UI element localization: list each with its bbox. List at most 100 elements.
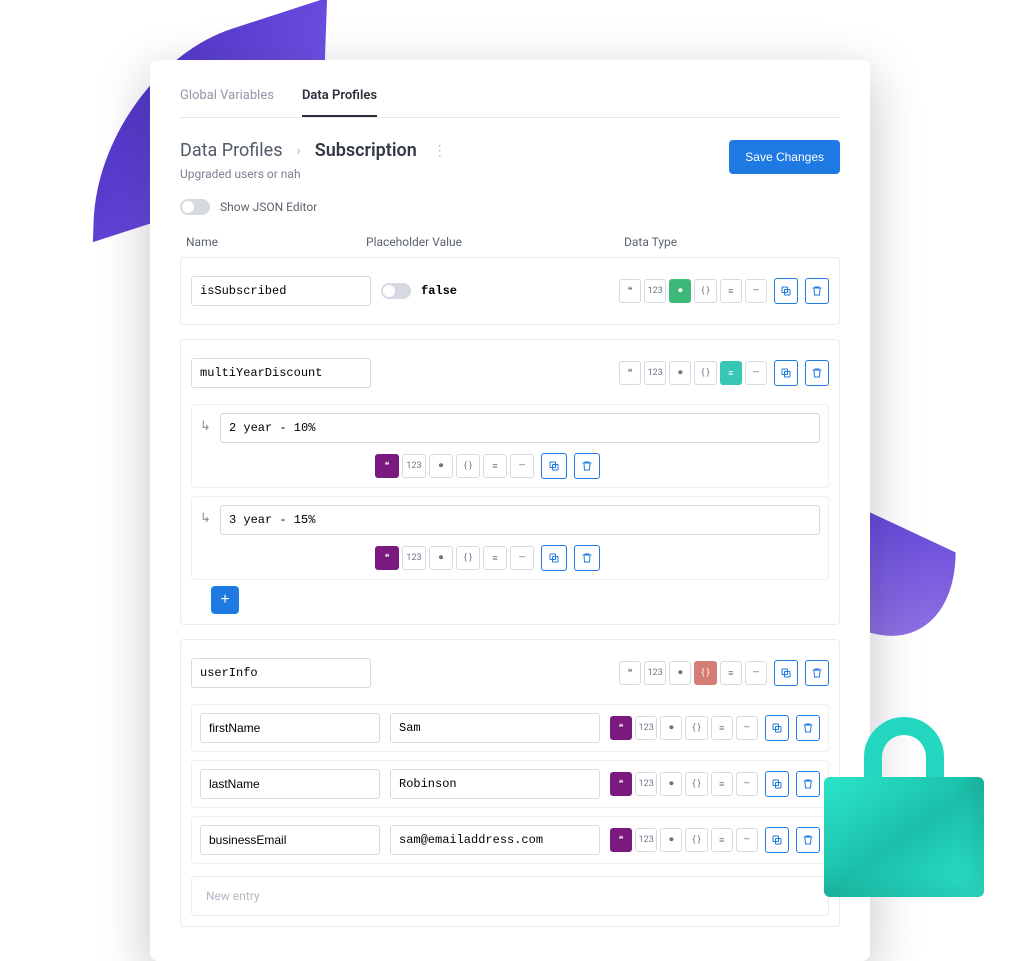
name-input[interactable] [191,276,371,306]
breadcrumb: Data Profiles › Subscription ⋮ [180,140,447,161]
tab-data-profiles[interactable]: Data Profiles [302,80,377,117]
breadcrumb-root[interactable]: Data Profiles [180,140,282,161]
name-input[interactable] [191,658,371,688]
copy-button[interactable] [774,660,798,686]
field-value-input[interactable] [390,713,600,743]
save-button[interactable]: Save Changes [729,140,840,174]
value-input[interactable] [220,505,820,535]
copy-button[interactable] [774,360,798,386]
type-null-icon[interactable]: — [745,361,767,385]
delete-button[interactable] [796,827,820,853]
type-string-icon[interactable]: ❝ [610,716,632,740]
type-array-icon[interactable]: ≡ [720,361,742,385]
value-input[interactable] [220,413,820,443]
type-boolean-icon[interactable]: ⏺ [669,661,691,685]
type-null-icon[interactable]: — [736,828,758,852]
copy-button[interactable] [765,715,789,741]
type-object-icon[interactable]: { } [456,454,480,478]
row-multi-year-discount: ❝ 123 ⏺ { } ≡ — ↳ ❝ 123 ⏺ { } ≡ — [180,339,840,625]
type-number-icon[interactable]: 123 [402,546,426,570]
tab-bar: Global Variables Data Profiles [180,80,840,118]
list-item: ↳ ❝ 123 ⏺ { } ≡ — [191,404,829,488]
name-input[interactable] [191,358,371,388]
delete-button[interactable] [805,660,829,686]
type-array-icon[interactable]: ≡ [711,716,733,740]
type-null-icon[interactable]: — [510,454,534,478]
type-object-icon[interactable]: { } [685,716,707,740]
type-object-icon[interactable]: { } [685,772,707,796]
copy-button[interactable] [541,545,567,571]
data-profile-card: Global Variables Data Profiles Data Prof… [150,60,870,961]
type-boolean-icon[interactable]: ⏺ [660,828,682,852]
type-array-icon[interactable]: ≡ [483,454,507,478]
type-number-icon[interactable]: 123 [635,716,657,740]
type-array-icon[interactable]: ≡ [711,828,733,852]
type-string-icon[interactable]: ❝ [610,828,632,852]
copy-button[interactable] [774,278,798,304]
delete-button[interactable] [574,545,600,571]
type-null-icon[interactable]: — [736,716,758,740]
type-number-icon[interactable]: 123 [635,828,657,852]
type-array-icon[interactable]: ≡ [711,772,733,796]
type-object-icon[interactable]: { } [685,828,707,852]
indent-arrow-icon: ↳ [200,419,211,434]
row-is-subscribed: false ❝ 123 ⏺ { } ≡ — [180,257,840,325]
type-array-icon[interactable]: ≡ [720,279,742,303]
delete-button[interactable] [805,360,829,386]
type-string-icon[interactable]: ❝ [619,279,641,303]
type-number-icon[interactable]: 123 [644,361,666,385]
type-array-icon[interactable]: ≡ [720,661,742,685]
more-icon[interactable]: ⋮ [433,143,447,159]
type-number-icon[interactable]: 123 [402,454,426,478]
type-boolean-icon[interactable]: ⏺ [660,772,682,796]
delete-button[interactable] [805,278,829,304]
type-array-icon[interactable]: ≡ [483,546,507,570]
type-object-icon[interactable]: { } [694,361,716,385]
page-title: Subscription [315,140,417,161]
tab-global-variables[interactable]: Global Variables [180,80,274,117]
type-string-icon[interactable]: ❝ [375,454,399,478]
field-name-input[interactable] [200,713,380,743]
type-string-icon[interactable]: ❝ [375,546,399,570]
type-null-icon[interactable]: — [736,772,758,796]
type-null-icon[interactable]: — [510,546,534,570]
type-object-icon[interactable]: { } [694,279,716,303]
object-field-row: ❝ 123 ⏺ { } ≡ — [191,816,829,864]
new-entry-row[interactable]: New entry [191,876,829,916]
copy-button[interactable] [541,453,567,479]
row-user-info: ❝ 123 ⏺ { } ≡ — ❝ 123 ⏺ { } ≡ — [180,639,840,927]
type-null-icon[interactable]: — [745,279,767,303]
delete-button[interactable] [796,771,820,797]
bool-toggle[interactable] [381,283,411,299]
indent-arrow-icon: ↳ [200,511,211,526]
type-string-icon[interactable]: ❝ [610,772,632,796]
type-string-icon[interactable]: ❝ [619,361,641,385]
delete-button[interactable] [574,453,600,479]
field-value-input[interactable] [390,825,600,855]
field-value-input[interactable] [390,769,600,799]
type-boolean-icon[interactable]: ⏺ [669,361,691,385]
object-field-row: ❝ 123 ⏺ { } ≡ — [191,704,829,752]
type-null-icon[interactable]: — [745,661,767,685]
col-placeholder: Placeholder Value [366,235,624,249]
copy-button[interactable] [765,771,789,797]
object-field-row: ❝ 123 ⏺ { } ≡ — [191,760,829,808]
field-name-input[interactable] [200,825,380,855]
type-number-icon[interactable]: 123 [635,772,657,796]
type-object-icon[interactable]: { } [456,546,480,570]
type-number-icon[interactable]: 123 [644,661,666,685]
type-string-icon[interactable]: ❝ [619,661,641,685]
add-item-button[interactable]: + [211,586,239,614]
type-object-icon[interactable]: { } [694,661,716,685]
copy-button[interactable] [765,827,789,853]
delete-button[interactable] [796,715,820,741]
field-name-input[interactable] [200,769,380,799]
type-boolean-icon[interactable]: ⏺ [429,546,453,570]
type-boolean-icon[interactable]: ⏺ [660,716,682,740]
type-boolean-icon[interactable]: ⏺ [429,454,453,478]
type-number-icon[interactable]: 123 [644,279,666,303]
page-subtitle: Upgraded users or nah [180,167,447,181]
json-editor-toggle[interactable] [180,199,210,215]
type-boolean-icon[interactable]: ⏺ [669,279,691,303]
list-item: ↳ ❝ 123 ⏺ { } ≡ — [191,496,829,580]
